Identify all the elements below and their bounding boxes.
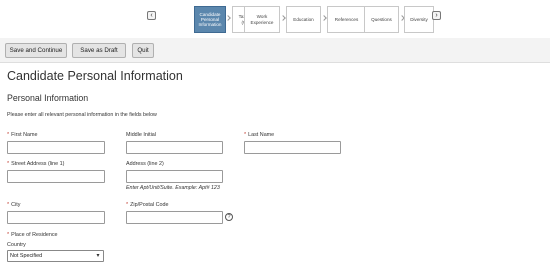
step-forward-icon[interactable]: › bbox=[432, 11, 441, 20]
step-diversity[interactable]: Diversity bbox=[404, 6, 434, 33]
city-field[interactable] bbox=[7, 211, 105, 224]
step-references[interactable]: References bbox=[327, 6, 366, 33]
street-address-2-field[interactable] bbox=[126, 170, 223, 183]
instructions-text: Please enter all relevant personal infor… bbox=[7, 112, 157, 118]
step-work-experience[interactable]: Work Experience bbox=[244, 6, 280, 33]
help-icon[interactable]: ? bbox=[225, 213, 233, 221]
chevron-right-icon bbox=[225, 15, 231, 21]
country-label: Country bbox=[7, 242, 26, 248]
street-address-1-label: * Street Address (line 1) bbox=[7, 161, 65, 167]
country-select-value: Not Specified bbox=[10, 253, 43, 259]
last-name-label: * Last Name bbox=[244, 132, 275, 138]
save-and-continue-button[interactable]: Save and Continue bbox=[5, 43, 67, 58]
step-candidate-personal-information[interactable]: Candidate Personal Information bbox=[194, 6, 226, 33]
chevron-right-icon bbox=[280, 15, 286, 21]
first-name-label: * First Name bbox=[7, 132, 38, 138]
country-select[interactable]: Not Specified ▾ bbox=[7, 250, 104, 262]
street-address-1-field[interactable] bbox=[7, 170, 105, 183]
save-as-draft-button[interactable]: Save as Draft bbox=[72, 43, 126, 58]
step-wizard: ‹ Candidate Personal Information Tax Sur… bbox=[0, 0, 550, 38]
page-title: Candidate Personal Information bbox=[7, 69, 183, 83]
city-label: * City bbox=[7, 202, 21, 208]
chevron-right-icon bbox=[321, 15, 327, 21]
last-name-field[interactable] bbox=[244, 141, 341, 154]
address-hint-text: Enter Apt/Unit/Suite. Example: Apt# 123 bbox=[126, 185, 220, 191]
zip-label: * Zip/Postal Code bbox=[126, 202, 169, 208]
step-back-icon[interactable]: ‹ bbox=[147, 11, 156, 20]
first-name-field[interactable] bbox=[7, 141, 105, 154]
zip-field[interactable] bbox=[126, 211, 223, 224]
action-toolbar: Save and Continue Save as Draft Quit bbox=[0, 38, 550, 63]
step-questions[interactable]: Questions bbox=[364, 6, 399, 33]
section-title: Personal Information bbox=[7, 93, 89, 103]
quit-button[interactable]: Quit bbox=[132, 43, 154, 58]
step-education[interactable]: Education bbox=[286, 6, 321, 33]
middle-initial-field[interactable] bbox=[126, 141, 223, 154]
place-of-residence-label: * Place of Residence bbox=[7, 232, 58, 238]
street-address-2-label: Address (line 2) bbox=[126, 161, 164, 167]
middle-initial-label: Middle Initial bbox=[126, 132, 156, 138]
chevron-down-icon: ▾ bbox=[96, 253, 100, 259]
